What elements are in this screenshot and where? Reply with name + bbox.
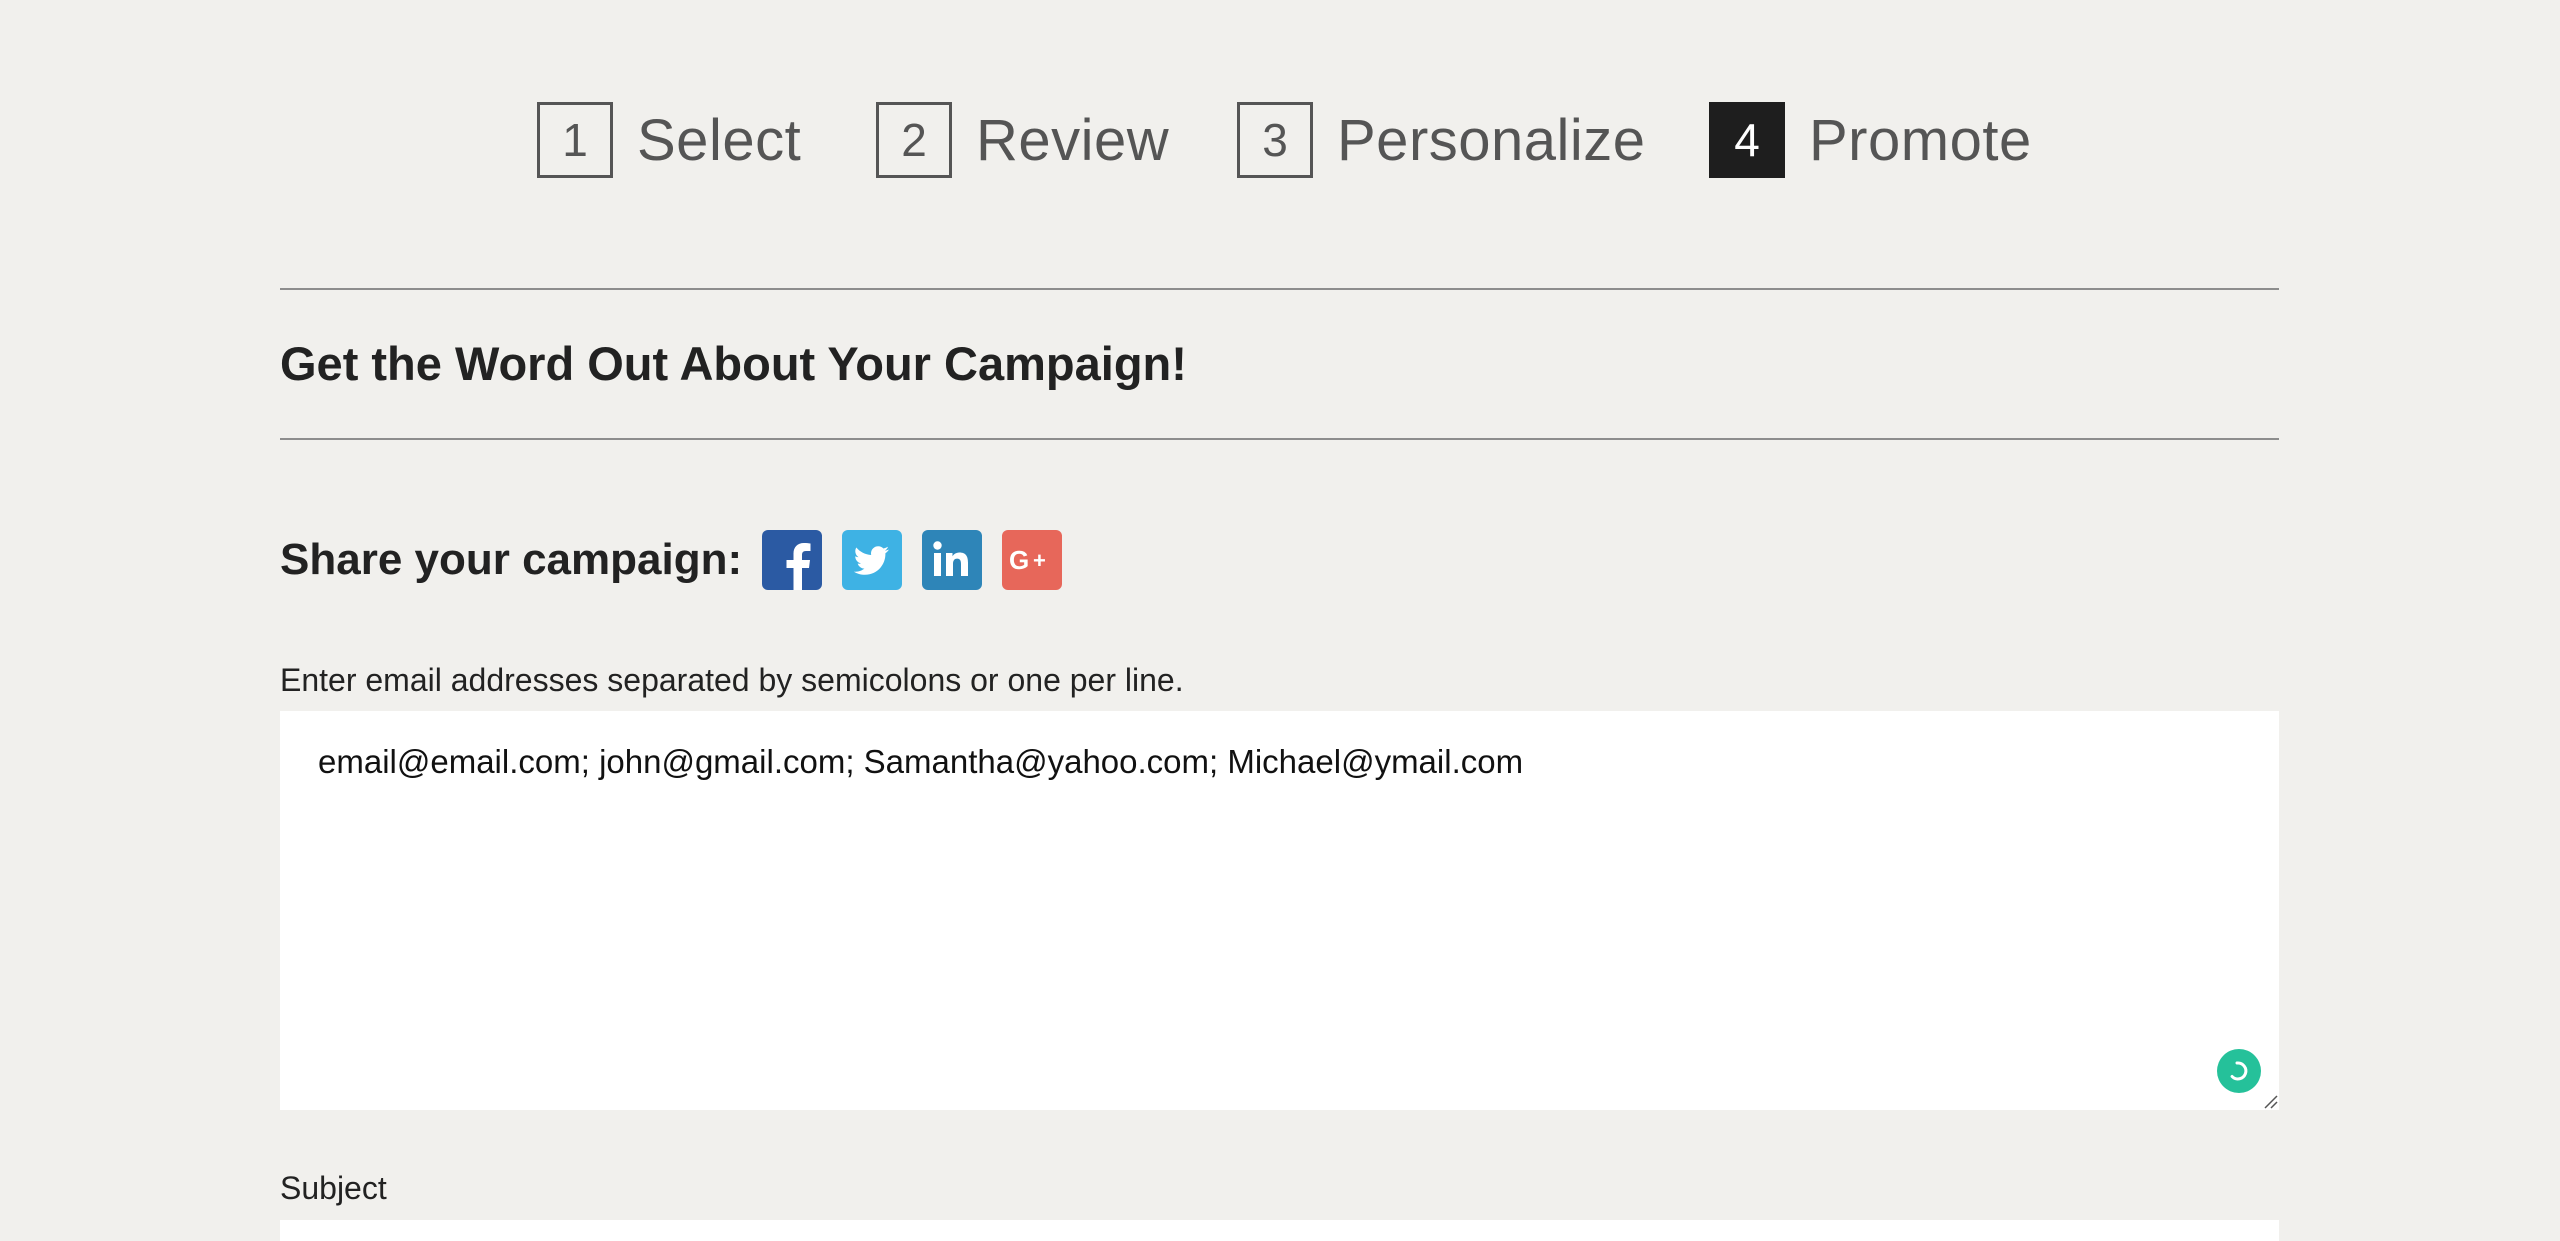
twitter-icon [853,546,890,575]
step-review[interactable]: 2 Review [876,102,1169,178]
step-label: Personalize [1337,107,1646,173]
twitter-share-button[interactable] [842,530,903,590]
divider-top [280,288,2279,290]
progress-stepper: 1 Select 2 Review 3 Personalize 4 Promot… [0,102,2560,178]
email-addresses-textarea[interactable]: email@email.com; john@gmail.com; Samanth… [280,711,2279,1110]
page-title: Get the Word Out About Your Campaign! [280,337,1187,390]
step-label: Select [637,107,802,173]
facebook-icon [786,543,811,590]
step-label: Review [976,107,1170,173]
step-promote[interactable]: 4 Promote [1709,102,2032,178]
step-personalize[interactable]: 3 Personalize [1237,102,1646,178]
step-number: 2 [876,102,952,178]
email-addresses-label: Enter email addresses separated by semic… [280,662,1184,698]
step-number: 4 [1709,102,1785,178]
step-select[interactable]: 1 Select [537,102,801,178]
share-label: Share your campaign: [280,535,743,584]
resize-handle-icon[interactable] [2262,1093,2278,1109]
svg-text:G: G [1009,545,1029,575]
subject-input[interactable] [280,1220,2279,1241]
step-number: 3 [1237,102,1313,178]
grammarly-icon[interactable] [2217,1049,2261,1093]
step-number: 1 [537,102,613,178]
subject-label: Subject [280,1170,387,1206]
linkedin-share-button[interactable] [922,530,983,590]
svg-text:+: + [1033,548,1046,573]
linkedin-icon [933,541,969,576]
divider-bottom [280,438,2279,440]
facebook-share-button[interactable] [762,530,823,590]
share-row: Share your campaign: G + [280,530,1082,590]
step-label: Promote [1809,107,2032,173]
google-plus-share-button[interactable]: G + [1002,530,1063,590]
google-plus-icon: G + [1009,545,1046,575]
